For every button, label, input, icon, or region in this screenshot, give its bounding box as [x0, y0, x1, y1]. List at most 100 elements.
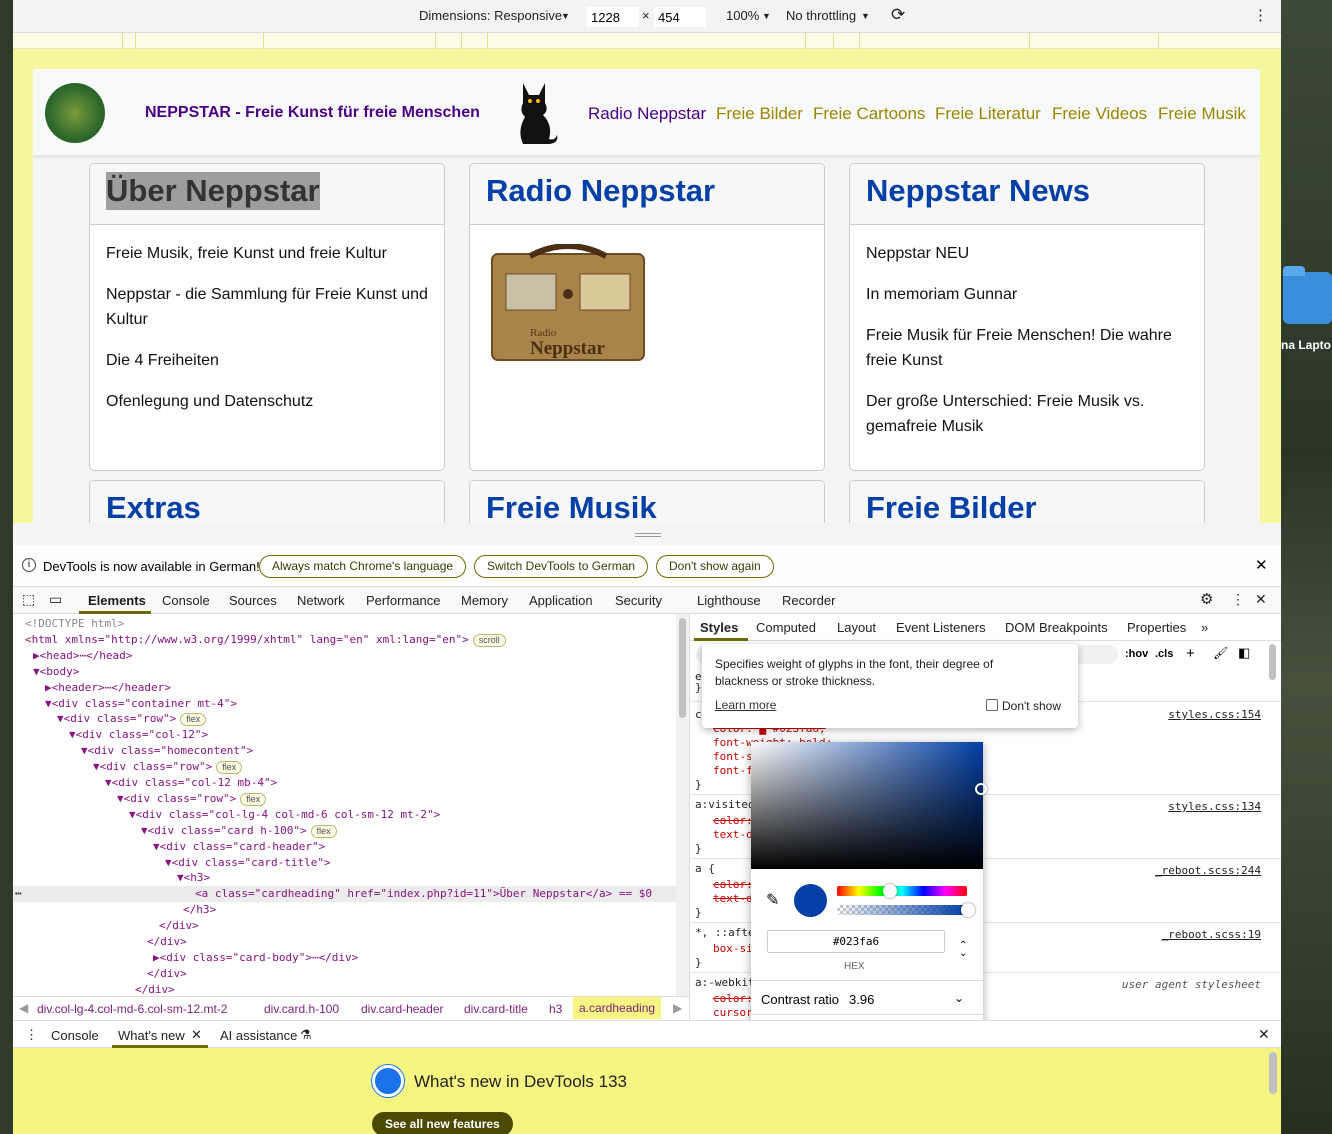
tab-computed[interactable]: Computed [756, 620, 816, 635]
rule-source-link[interactable]: styles.css:154 [1168, 708, 1261, 721]
dom-node-line[interactable]: ▶<header>⋯</header> [45, 681, 171, 694]
always-match-language-button[interactable]: Always match Chrome's language [259, 555, 467, 578]
rule-selector[interactable]: *, ::afte [695, 926, 755, 939]
css-property[interactable]: color: [713, 878, 753, 891]
tab-dom-breakpoints[interactable]: DOM Breakpoints [1005, 620, 1108, 635]
dom-node-line[interactable]: <!DOCTYPE html> [25, 617, 124, 630]
nav-freie-videos[interactable]: Freie Videos [1052, 104, 1147, 124]
dom-node-line[interactable]: <a class="cardheading" href="index.php?i… [195, 887, 652, 900]
card-heading-link[interactable]: Radio Neppstar [486, 172, 715, 210]
layout-badge[interactable]: flex [180, 713, 207, 727]
css-property[interactable]: text-d [713, 892, 753, 905]
switch-to-german-button[interactable]: Switch DevTools to German [474, 555, 649, 578]
card-heading-link[interactable]: Freie Bilder [866, 489, 1037, 523]
sidebar-toggle-icon[interactable]: ◧ [1238, 645, 1250, 661]
dom-node-line[interactable]: ▼<div class="container mt-4"> [45, 697, 237, 710]
close-drawer-icon[interactable]: ✕ [1258, 1026, 1270, 1043]
breadcrumb-item-selected[interactable]: a.cardheading [573, 997, 662, 1019]
viewport-resize-bar[interactable] [13, 523, 1281, 545]
tab-event-listeners[interactable]: Event Listeners [896, 620, 986, 635]
styles-scrollbar[interactable] [1269, 644, 1276, 680]
breadcrumb-item[interactable]: div.col-lg-4.col-md-6.col-sm-12.mt-2 [37, 1002, 227, 1016]
rule-source-link[interactable]: _reboot.scss:244 [1155, 864, 1261, 877]
dom-node-line[interactable]: </div> [147, 967, 187, 980]
dom-node-line[interactable]: ▶<div class="card-body">⋯</div> [153, 951, 358, 964]
dimensions-select[interactable]: Dimensions: Responsive [419, 8, 562, 23]
site-logo[interactable] [45, 83, 105, 143]
news-link[interactable]: Der große Unterschied: Freie Musik vs. g… [866, 389, 1188, 439]
layout-badge[interactable]: scroll [472, 633, 506, 647]
layout-badge[interactable]: flex [240, 792, 267, 806]
eyedropper-icon[interactable]: ✎ [766, 890, 779, 910]
card-link[interactable]: Neppstar - die Sammlung für Freie Kunst … [106, 282, 428, 332]
dom-node-line[interactable]: ▼<div class="card h-100"> flex [141, 824, 337, 838]
chevron-down-icon[interactable]: ⌄ [954, 991, 964, 1005]
css-property[interactable]: text-d [713, 828, 753, 841]
nav-freie-literatur[interactable]: Freie Literatur [935, 104, 1041, 124]
drawer-menu-icon[interactable]: ⋮ [25, 1027, 38, 1043]
card-heading-link[interactable]: Freie Musik [486, 489, 657, 523]
css-property[interactable]: color: [713, 814, 753, 827]
hex-input[interactable] [767, 930, 945, 953]
chevrons-right-icon[interactable]: » [1201, 620, 1208, 635]
see-all-features-button[interactable]: See all new features [372, 1112, 513, 1134]
news-link[interactable]: Neppstar NEU [866, 241, 1188, 266]
dom-node-line[interactable]: </h3> [183, 903, 216, 916]
dom-node-line[interactable]: ▶<head>⋯</head> [33, 649, 132, 662]
css-property[interactable]: font-s [713, 750, 753, 763]
hue-slider[interactable] [837, 884, 967, 898]
css-property[interactable]: color: [713, 992, 753, 1005]
tab-styles[interactable]: Styles [700, 620, 738, 635]
learn-more-link[interactable]: Learn more [715, 698, 776, 712]
nav-radio-neppstar[interactable]: Radio Neppstar [588, 104, 706, 124]
dom-node-line[interactable]: ▼<div class="card-header"> [153, 840, 325, 853]
css-property[interactable]: font-f [713, 764, 753, 777]
dom-node-line[interactable]: </div> [135, 983, 175, 996]
more-options-icon[interactable]: ⋮ [1253, 6, 1268, 24]
tab-memory[interactable]: Memory [461, 593, 508, 608]
rule-selector[interactable]: a:visited [695, 798, 755, 811]
drawer-scrollbar[interactable] [1269, 1052, 1277, 1094]
settings-gear-icon[interactable]: ⚙ [1200, 590, 1213, 608]
css-property[interactable]: box-si [713, 942, 753, 955]
media-query-ruler[interactable] [13, 33, 1281, 49]
contrast-ratio-label[interactable]: Contrast ratio [761, 992, 839, 1007]
dom-node-line[interactable]: </div> [147, 935, 187, 948]
news-link[interactable]: Freie Musik für Freie Menschen! Die wahr… [866, 323, 1188, 373]
css-property[interactable]: cursor [713, 1006, 753, 1019]
inspect-element-icon[interactable]: ⬚ [22, 591, 35, 608]
device-toolbar-icon[interactable]: ▭ [49, 591, 62, 608]
tab-lighthouse[interactable]: Lighthouse [697, 593, 761, 608]
card-link[interactable]: Ofenlegung und Datenschutz [106, 389, 428, 414]
dom-node-line[interactable]: ▼<div class="row"> flex [117, 792, 267, 806]
zoom-select[interactable]: 100% [726, 8, 759, 23]
nav-freie-musik[interactable]: Freie Musik [1158, 104, 1246, 124]
card-link[interactable]: Die 4 Freiheiten [106, 348, 428, 373]
rule-source-link[interactable]: styles.css:134 [1168, 800, 1261, 813]
card-heading-link[interactable]: Über Neppstar [106, 172, 320, 210]
dont-show-checkbox[interactable] [986, 699, 998, 711]
hov-button[interactable]: :hov [1125, 648, 1148, 660]
cls-button[interactable]: .cls [1155, 648, 1173, 660]
close-icon[interactable]: ✕ [1255, 556, 1268, 574]
dom-node-line[interactable]: <html xmlns="http://www.w3.org/1999/xhtm… [25, 633, 506, 647]
rule-selector[interactable]: a:-webkit [695, 976, 755, 989]
breadcrumb-item[interactable]: div.card.h-100 [264, 1002, 339, 1016]
dom-node-line[interactable]: ▼<div class="col-lg-4 col-md-6 col-sm-12… [129, 808, 440, 821]
saturation-value-area[interactable] [751, 742, 987, 869]
breadcrumb-item[interactable]: div.card-title [464, 1002, 528, 1016]
card-heading-link[interactable]: Extras [106, 489, 201, 523]
tab-network[interactable]: Network [297, 593, 345, 608]
dom-node-line[interactable]: ▼<div class="homecontent"> [81, 744, 253, 757]
nav-freie-bilder[interactable]: Freie Bilder [716, 104, 803, 124]
close-devtools-icon[interactable]: ✕ [1255, 591, 1267, 608]
tab-sources[interactable]: Sources [229, 593, 277, 608]
close-tab-icon[interactable]: ✕ [191, 1027, 202, 1043]
dom-node-line[interactable]: ▼<div class="card-title"> [165, 856, 331, 869]
tab-elements[interactable]: Elements [88, 593, 146, 608]
rule-selector[interactable]: c [695, 708, 702, 721]
site-title[interactable]: NEPPSTAR - Freie Kunst für freie Mensche… [145, 104, 480, 122]
width-input[interactable] [587, 7, 639, 27]
card-heading-link[interactable]: Neppstar News [866, 172, 1090, 210]
breadcrumb-item[interactable]: div.card-header [361, 1002, 444, 1016]
